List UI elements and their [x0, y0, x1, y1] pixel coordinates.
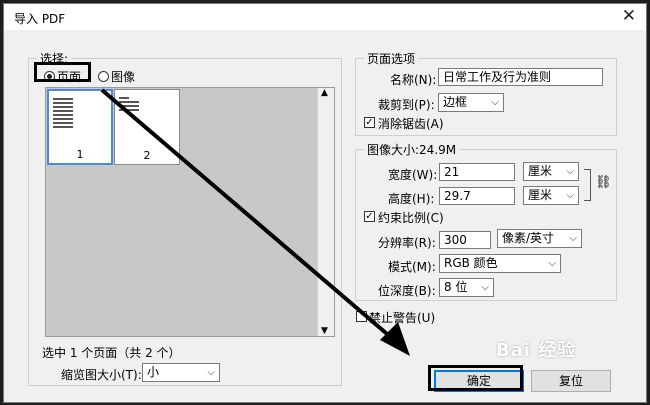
- watermark: Bai 经验: [496, 340, 577, 361]
- arrow-line: [100, 88, 402, 347]
- arrow-head: [380, 322, 410, 356]
